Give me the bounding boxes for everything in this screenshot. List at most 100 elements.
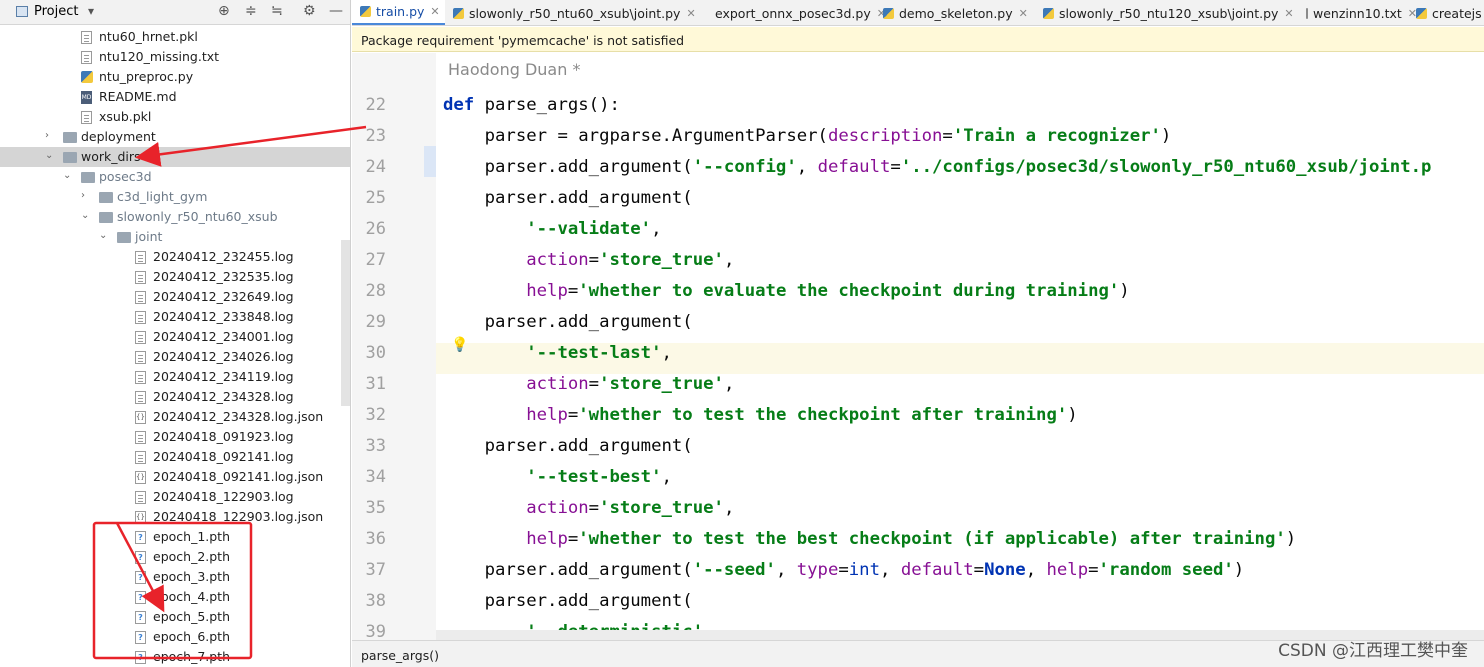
tree-item[interactable]: {} 20240412_234328.log.json — [0, 407, 350, 427]
chevron-right-icon[interactable]: › — [45, 130, 49, 141]
locate-icon[interactable]: ⊕ — [218, 3, 230, 19]
code-line[interactable]: action='store_true', — [443, 493, 734, 524]
tree-item[interactable]: 20240412_232649.log — [0, 287, 350, 307]
code-token: type — [796, 560, 839, 580]
tree-item[interactable]: {} 20240418_122903.log.json — [0, 507, 350, 527]
tree-item[interactable]: 20240412_234119.log — [0, 367, 350, 387]
editor-tab[interactable]: slowonly_r50_ntu120_xsub\joint.py ✕ — [1035, 0, 1298, 25]
code-line[interactable]: action='store_true', — [443, 369, 734, 400]
tree-item-label: joint — [135, 229, 163, 244]
file-icon — [135, 371, 146, 384]
tree-item-label: slowonly_r50_ntu60_xsub — [117, 209, 278, 224]
tree-item[interactable]: ntu60_hrnet.pkl — [0, 27, 350, 47]
code-line[interactable]: help='whether to test the checkpoint aft… — [443, 400, 1077, 431]
editor-tab-bar: train.py ✕ slowonly_r50_ntu60_xsub\joint.p… — [352, 0, 1484, 26]
code-line[interactable]: action='store_true', — [443, 245, 734, 276]
code-line[interactable]: parser.add_argument( — [443, 307, 693, 338]
tree-item-label: epoch_7.pth — [153, 649, 231, 664]
project-panel-title[interactable]: Project — [16, 4, 78, 19]
line-number: 24 — [365, 157, 386, 177]
gear-icon[interactable]: ⚙ — [303, 3, 316, 19]
tree-item-label: 20240412_233848.log — [153, 309, 294, 324]
tree-item[interactable]: 20240412_233848.log — [0, 307, 350, 327]
hide-icon[interactable]: — — [329, 3, 343, 19]
tree-item[interactable]: ? epoch_2.pth — [0, 547, 350, 567]
code-line[interactable]: parser.add_argument('--seed', type=int, … — [443, 555, 1245, 586]
code-line[interactable]: parser.add_argument('--config', default=… — [443, 152, 1432, 183]
tree-item[interactable]: xsub.pkl — [0, 107, 350, 127]
collapse-all-icon[interactable]: ≒ — [271, 3, 283, 19]
tree-item[interactable]: 20240412_234026.log — [0, 347, 350, 367]
code-line[interactable]: parser.add_argument( — [443, 586, 693, 617]
tree-item-label: epoch_5.pth — [153, 609, 231, 624]
close-icon[interactable]: ✕ — [430, 5, 439, 18]
tree-item[interactable]: ⌄ slowonly_r50_ntu60_xsub — [0, 207, 350, 227]
close-icon[interactable]: ✕ — [1019, 7, 1028, 20]
python-file-icon — [1043, 7, 1054, 19]
tree-item[interactable]: ? epoch_7.pth — [0, 647, 350, 667]
chevron-down-icon[interactable]: ▾ — [88, 4, 94, 18]
code-token: 'whether to evaluate the checkpoint duri… — [578, 281, 1120, 301]
changed-line-marker — [424, 146, 436, 177]
chevron-right-icon[interactable]: › — [81, 190, 85, 201]
ide-window: { "project_panel": { "title": "Project",… — [0, 0, 1484, 667]
editor-tab[interactable]: export_onnx_posec3d.py ✕ — [702, 0, 886, 25]
tree-item[interactable]: ? epoch_6.pth — [0, 627, 350, 647]
editor-tab[interactable]: createjs — [1408, 0, 1484, 25]
editor-tab[interactable]: train.py ✕ — [352, 0, 445, 25]
tree-item[interactable]: 20240412_232455.log — [0, 247, 350, 267]
package-warning-banner[interactable]: Package requirement 'pymemcache' is not … — [352, 27, 1484, 52]
code-line[interactable]: help='whether to test the best checkpoin… — [443, 524, 1296, 555]
tree-item[interactable]: › deployment — [0, 127, 350, 147]
expand-all-icon[interactable]: ≑ — [245, 3, 257, 19]
tree-item[interactable]: MD README.md — [0, 87, 350, 107]
tree-item[interactable]: 20240418_091923.log — [0, 427, 350, 447]
code-token: 'store_true' — [599, 374, 724, 394]
tree-item[interactable]: 20240412_232535.log — [0, 267, 350, 287]
tree-item[interactable]: ? epoch_1.pth — [0, 527, 350, 547]
editor-tab[interactable]: slowonly_r50_ntu60_xsub\joint.py ✕ — [445, 0, 702, 25]
close-icon[interactable]: ✕ — [686, 7, 695, 20]
tree-item[interactable]: ⌄ posec3d — [0, 167, 350, 187]
chevron-down-icon[interactable]: ⌄ — [99, 230, 107, 241]
chevron-down-icon[interactable]: ⌄ — [63, 170, 71, 181]
code-line[interactable]: '--test-last', — [443, 338, 672, 369]
tree-item[interactable]: 20240418_092141.log — [0, 447, 350, 467]
close-icon[interactable]: ✕ — [1284, 7, 1293, 20]
code-line[interactable]: parser = argparse.ArgumentParser(descrip… — [443, 121, 1172, 152]
tree-item[interactable]: ? epoch_4.pth — [0, 587, 350, 607]
code-editor[interactable]: Haodong Duan * 💡 def parse_args(): parse… — [436, 53, 1484, 640]
line-number: 36 — [365, 529, 386, 549]
code-line[interactable]: '--test-best', — [443, 462, 672, 493]
code-token: , — [651, 219, 662, 239]
tree-item[interactable]: 20240412_234001.log — [0, 327, 350, 347]
tree-item[interactable]: 20240412_234328.log — [0, 387, 350, 407]
code-line[interactable]: def parse_args(): — [443, 90, 620, 121]
tree-item[interactable]: ntu_preproc.py — [0, 67, 350, 87]
tree-item[interactable]: {} 20240418_092141.log.json — [0, 467, 350, 487]
editor-tab[interactable]: demo_skeleton.py ✕ — [875, 0, 1035, 25]
code-line[interactable]: parser.add_argument( — [443, 183, 693, 214]
tab-label: slowonly_r50_ntu60_xsub\joint.py — [469, 5, 681, 21]
tree-item-label: 20240418_091923.log — [153, 429, 294, 444]
tree-item[interactable]: 20240418_122903.log — [0, 487, 350, 507]
watermark: CSDN @江西理工樊中奎 — [1278, 641, 1468, 661]
tree-item[interactable]: ? epoch_3.pth — [0, 567, 350, 587]
tree-item[interactable]: ⌄ work_dirs — [0, 147, 350, 167]
tree-item[interactable]: ntu120_missing.txt — [0, 47, 350, 67]
chevron-down-icon[interactable]: ⌄ — [81, 210, 89, 221]
code-token: , — [1025, 560, 1047, 580]
project-scrollbar[interactable] — [341, 240, 350, 406]
code-token: = — [1088, 560, 1099, 580]
code-line[interactable]: help='whether to evaluate the checkpoint… — [443, 276, 1129, 307]
chevron-down-icon[interactable]: ⌄ — [45, 150, 53, 161]
code-line[interactable]: '--validate', — [443, 214, 662, 245]
code-line[interactable]: parser.add_argument( — [443, 431, 693, 462]
editor-tab[interactable]: wenzinn10.txt ✕ — [1298, 0, 1417, 25]
tree-item[interactable]: ⌄ joint — [0, 227, 350, 247]
tree-item[interactable]: › c3d_light_gym — [0, 187, 350, 207]
file-icon — [135, 331, 146, 344]
tree-item[interactable]: ? epoch_5.pth — [0, 607, 350, 627]
code-token: , — [661, 343, 672, 363]
